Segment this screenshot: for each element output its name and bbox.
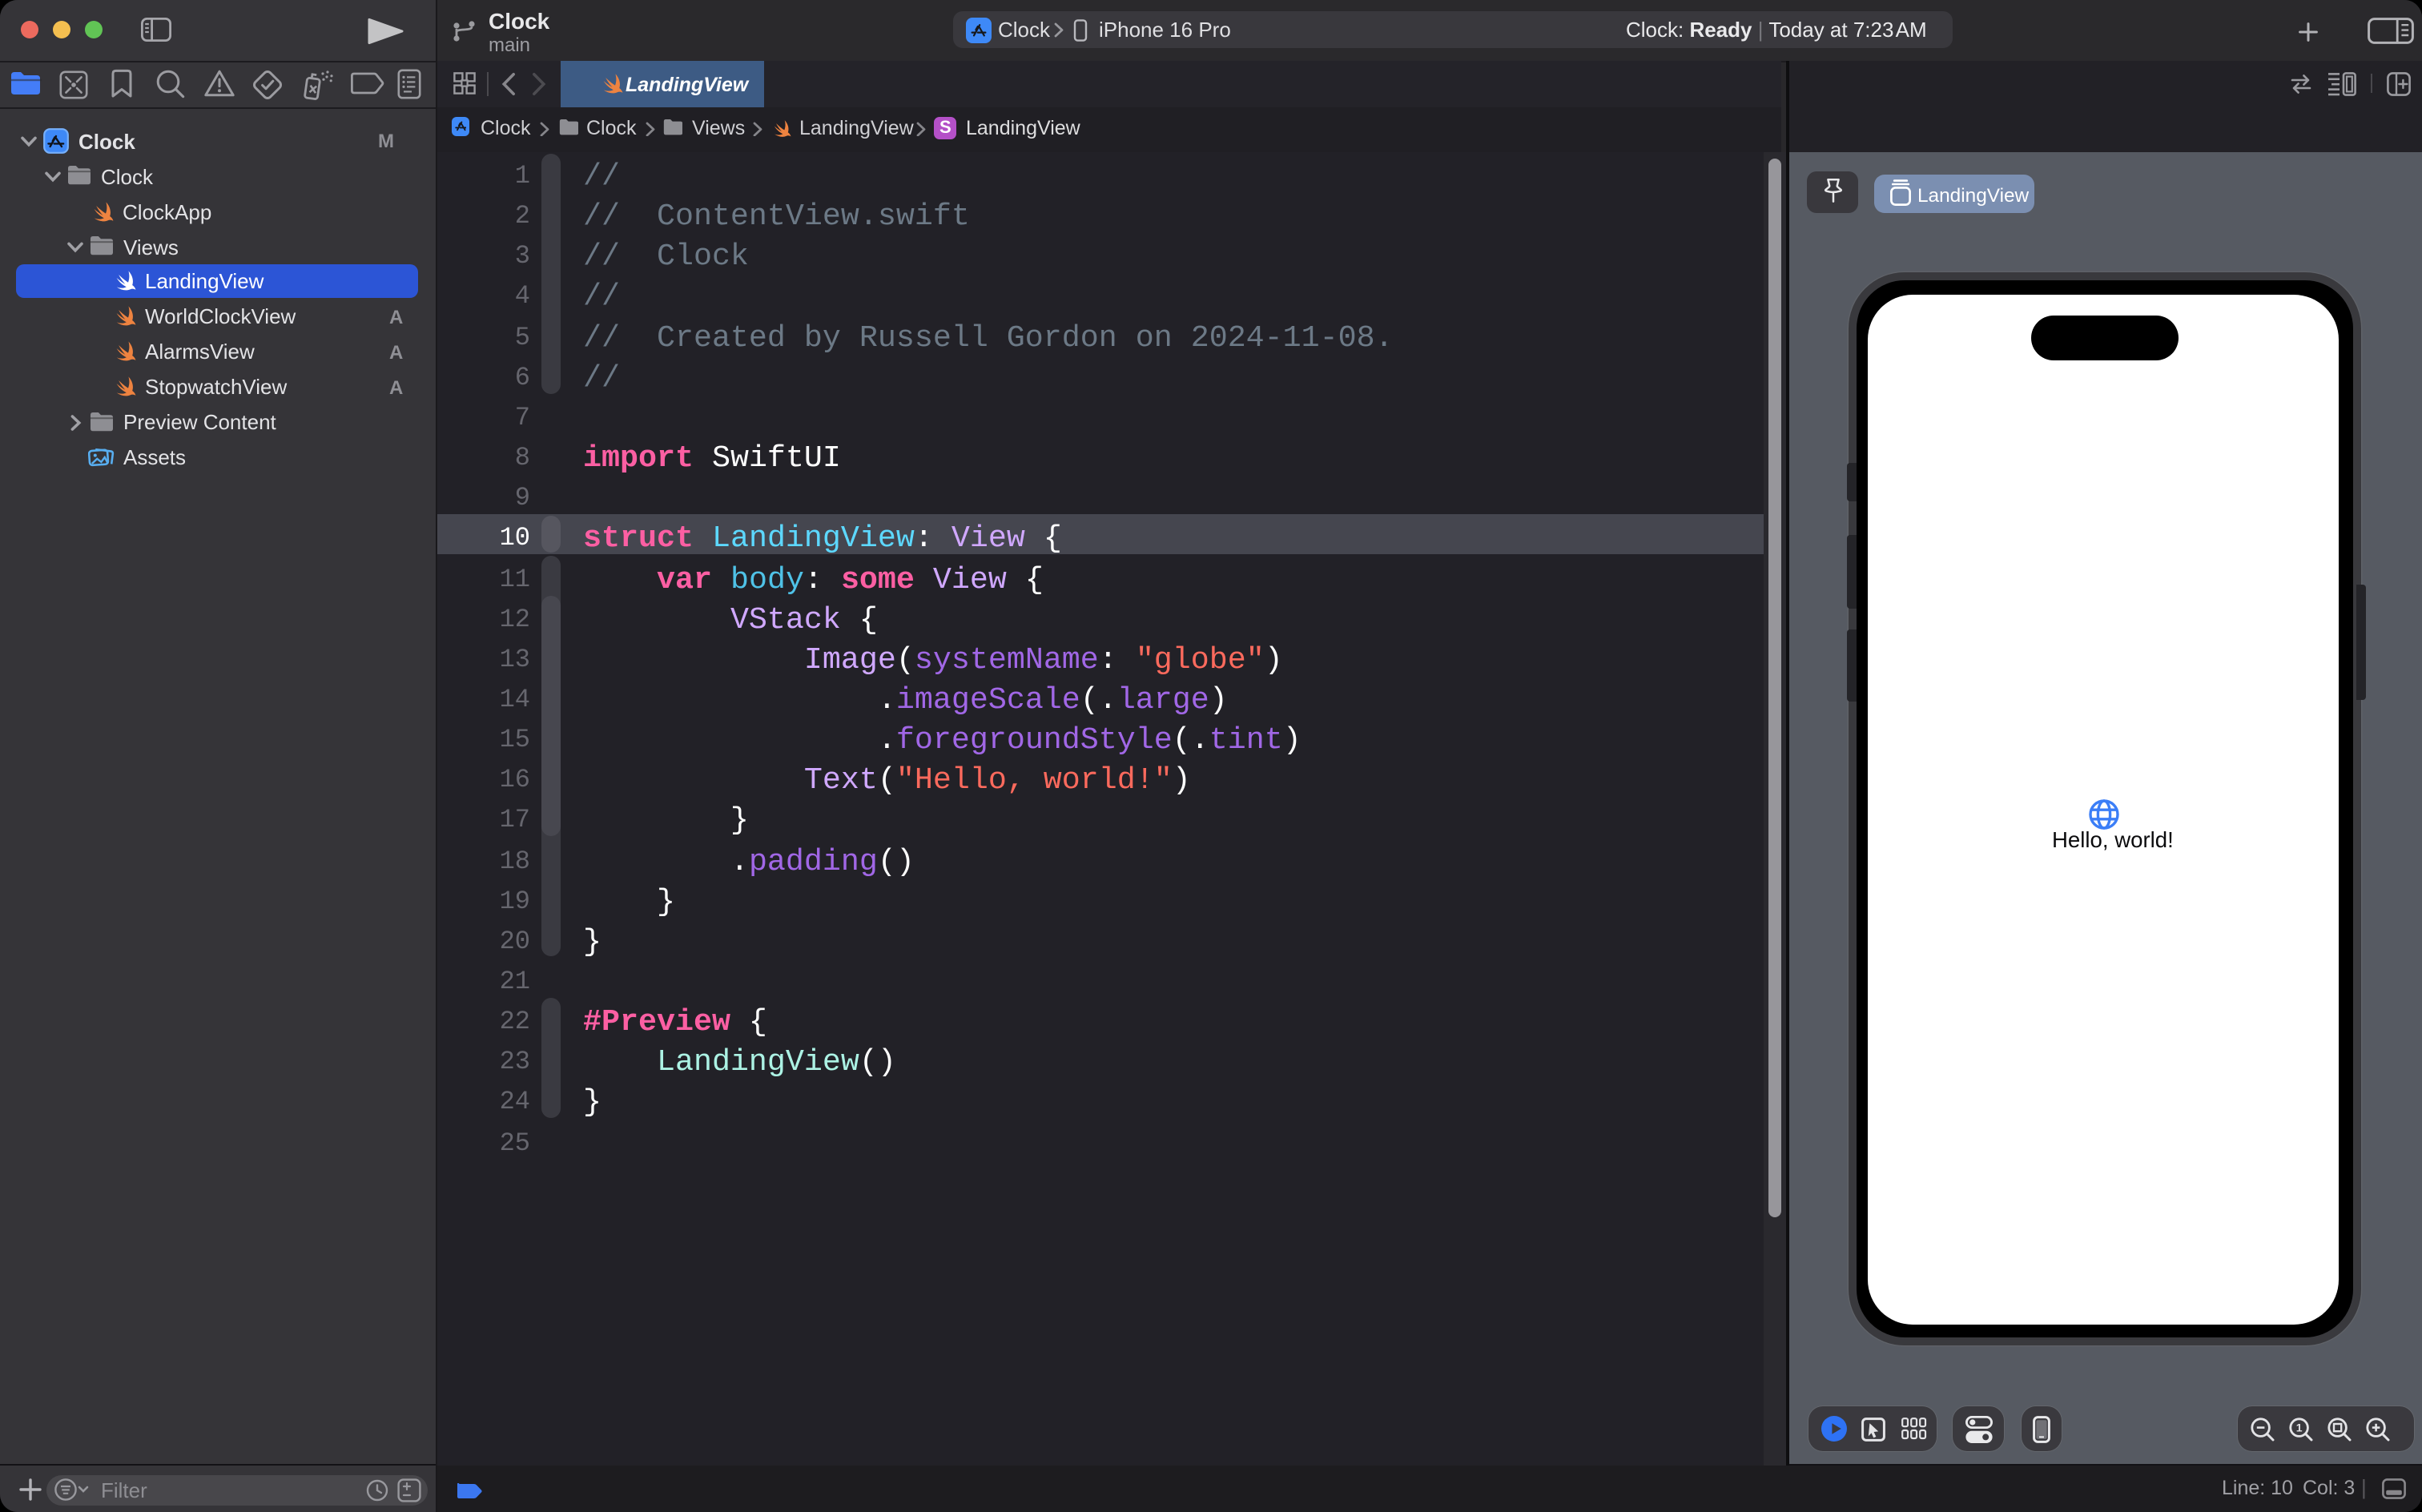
svg-text:1: 1 xyxy=(2295,1422,2302,1434)
